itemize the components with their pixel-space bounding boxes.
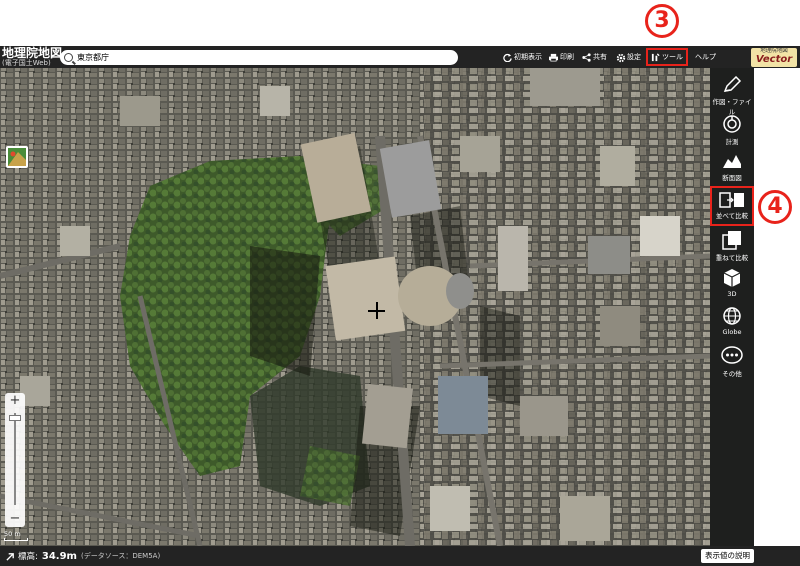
- settings-button[interactable]: 設定: [616, 49, 641, 65]
- share-icon: [582, 52, 591, 62]
- printer-icon: [549, 53, 558, 62]
- measure-icon: [723, 115, 741, 133]
- tool-side-by-side-compare[interactable]: 並べて比較: [710, 186, 754, 226]
- zoom-control: + −: [5, 393, 25, 527]
- annotation-step-4: 4: [758, 190, 792, 224]
- elevation-value: 34.9m: [41, 550, 77, 562]
- pencil-icon: [723, 76, 742, 92]
- elevation-data-source: (データソース：DEM5A): [80, 552, 161, 560]
- cube-icon: [723, 269, 741, 287]
- annotation-step-3: 3: [645, 4, 679, 38]
- tool-overlay-compare[interactable]: 重ねて比較: [710, 230, 754, 262]
- zoom-slider-thumb[interactable]: [9, 415, 21, 421]
- elevation-label: 標高:: [18, 552, 38, 562]
- gear-icon: [616, 53, 626, 62]
- arrow-icon: [6, 552, 14, 561]
- initial-view-button[interactable]: 初期表示: [503, 49, 542, 65]
- tools-icon: [651, 52, 660, 62]
- scale-bar-line: [4, 538, 28, 541]
- tool-globe[interactable]: Globe: [710, 306, 754, 336]
- tool-cross-section[interactable]: 断面図: [710, 152, 754, 182]
- search-input[interactable]: [77, 53, 447, 62]
- tool-draw-file[interactable]: 作図・ファイル: [710, 76, 754, 116]
- app-subtitle: (電子国土Web): [2, 59, 51, 67]
- value-explanation-button[interactable]: 表示値の説明: [701, 549, 754, 563]
- app-title: 地理院地図: [2, 46, 63, 60]
- right-toolbar: 作図・ファイル 計測 断面図 並べて比較 重ねて比較 3D Globe その他: [710, 68, 754, 546]
- more-icon: [721, 346, 743, 364]
- zoom-slider-track[interactable]: [14, 413, 16, 505]
- top-header: 地理院地図 (電子国土Web) 初期表示 印刷 共有: [0, 46, 800, 68]
- annotation-band: 3: [0, 0, 800, 46]
- globe-icon: [723, 307, 741, 325]
- side-by-side-icon: [719, 192, 744, 208]
- vector-map-logo[interactable]: 地理院地図 Vector: [751, 48, 797, 67]
- elevation-readout: 標高: 34.9m (データソース：DEM5A): [6, 550, 160, 562]
- scale-bar: 50 m: [4, 530, 28, 541]
- map-layer-button[interactable]: [6, 146, 28, 168]
- aerial-photo-map[interactable]: [0, 66, 710, 546]
- refresh-icon: [503, 53, 512, 62]
- help-button[interactable]: ヘルプ: [695, 49, 716, 65]
- print-button[interactable]: 印刷: [549, 49, 574, 65]
- tool-measure[interactable]: 計測: [710, 114, 754, 146]
- app-window: 3 + − 50 m 地理院地図 (電子国土Web) 東京都庁 初期表示 印刷 …: [0, 0, 800, 566]
- zoom-in-button[interactable]: +: [5, 393, 25, 409]
- app-brand[interactable]: 地理院地図 (電子国土Web): [2, 47, 62, 67]
- zoom-out-button[interactable]: −: [5, 511, 25, 527]
- annotation-margin: 4: [754, 68, 800, 546]
- map-imagery: [0, 66, 710, 546]
- search-box[interactable]: [60, 50, 458, 65]
- tool-more[interactable]: その他: [710, 346, 754, 378]
- center-crosshair-icon: [368, 302, 385, 319]
- tool-3d[interactable]: 3D: [710, 268, 754, 298]
- share-button[interactable]: 共有: [582, 49, 607, 65]
- scale-label: 50 m: [4, 530, 21, 538]
- status-footer: 標高: 34.9m (データソース：DEM5A) 表示値の説明: [0, 546, 800, 566]
- profile-icon: [723, 155, 741, 168]
- map-layer-icon: [8, 148, 26, 166]
- overlay-compare-icon: [722, 231, 741, 250]
- tools-button[interactable]: ツール: [646, 48, 688, 66]
- search-icon[interactable]: [64, 53, 73, 62]
